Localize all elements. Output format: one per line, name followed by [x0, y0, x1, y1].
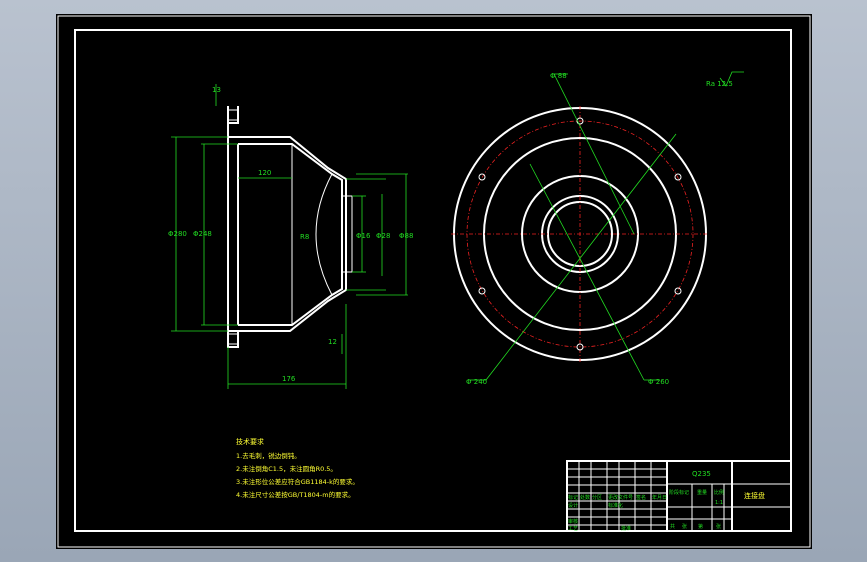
tb-scale-value: 1:1 — [715, 500, 723, 506]
tb-design: 设计 — [568, 502, 578, 509]
tb-no: 第 — [698, 523, 703, 530]
drawing-sheet: 13 Φ280 Φ248 120 176 R8 Φ16 Φ28 Φ88 12 Φ… — [56, 14, 812, 549]
tb-scale-label: 比例 — [714, 489, 724, 496]
dim-overall-length: 176 — [282, 375, 296, 383]
tb-zone: 分区 — [592, 494, 602, 501]
material-label: Q235 — [692, 470, 711, 478]
note-item-4: 4.未注尺寸公差按GB/T1804-m的要求。 — [236, 490, 355, 499]
tb-approve: 批准 — [621, 525, 631, 532]
tb-count: 处数 — [580, 494, 590, 501]
tb-process: 工艺 — [568, 526, 578, 532]
tb-standard: 标准化 — [608, 502, 623, 509]
tb-review: 审核 — [568, 518, 578, 525]
cad-drawing: 13 Φ280 Φ248 120 176 R8 Φ16 Φ28 Φ88 12 Φ… — [57, 15, 811, 548]
dim-chamfer-r: R8 — [300, 233, 309, 241]
circle-label-bottom-right: Φ 260 — [648, 378, 669, 386]
circle-label-bottom-left: Φ 240 — [466, 378, 487, 386]
dim-dia-3: Φ88 — [399, 232, 413, 240]
note-item-2: 2.未注倒角C1.5，未注圆角R0.5。 — [236, 464, 337, 473]
roughness-label: Ra 12.5 — [706, 80, 733, 88]
note-item-3: 3.未注形位公差应符合GB1184-k的要求。 — [236, 477, 359, 486]
dim-width-inner: 120 — [258, 169, 271, 177]
tb-sign: 签名 — [636, 494, 646, 501]
tb-stage: 阶段标记 — [669, 489, 689, 496]
front-dimensions: Φ 88 Φ 240 Φ 260 Ra 12.5 — [466, 71, 744, 386]
inner-border — [74, 29, 792, 532]
notes-title: 技术要求 — [236, 437, 264, 446]
tb-mark: 标记 — [568, 494, 578, 501]
title-block: Q235 连接盘 标记 处数 分区 更改文件号 签名 年月日 设计 标准化 阶段… — [566, 460, 792, 532]
front-view — [451, 106, 709, 362]
dim-left-outer: Φ280 — [168, 230, 187, 238]
tb-weight: 重量 — [697, 489, 707, 496]
tb-date: 年月日 — [652, 494, 667, 501]
dim-left-inner: Φ248 — [193, 230, 212, 238]
dim-small: 12 — [328, 338, 337, 346]
dim-dia-2: Φ28 — [376, 232, 390, 240]
note-item-1: 1.去毛刺，锐边倒钝。 — [236, 451, 301, 460]
dim-top-label: 13 — [212, 86, 221, 94]
technical-notes: 技术要求 1.去毛刺，锐边倒钝。 2.未注倒角C1.5，未注圆角R0.5。 3.… — [236, 437, 359, 499]
tb-change-doc: 更改文件号 — [608, 494, 633, 501]
tb-total: 共 — [670, 523, 675, 530]
section-view — [227, 106, 353, 348]
section-dimensions: 13 Φ280 Φ248 120 176 R8 Φ16 Φ28 Φ88 12 — [168, 84, 413, 389]
part-name: 连接盘 — [744, 491, 765, 500]
circle-label-top: Φ 88 — [550, 72, 567, 80]
dim-dia-1: Φ16 — [356, 232, 371, 240]
tb-sheet: 张 — [716, 523, 721, 530]
tb-sheets: 张 — [682, 523, 687, 530]
